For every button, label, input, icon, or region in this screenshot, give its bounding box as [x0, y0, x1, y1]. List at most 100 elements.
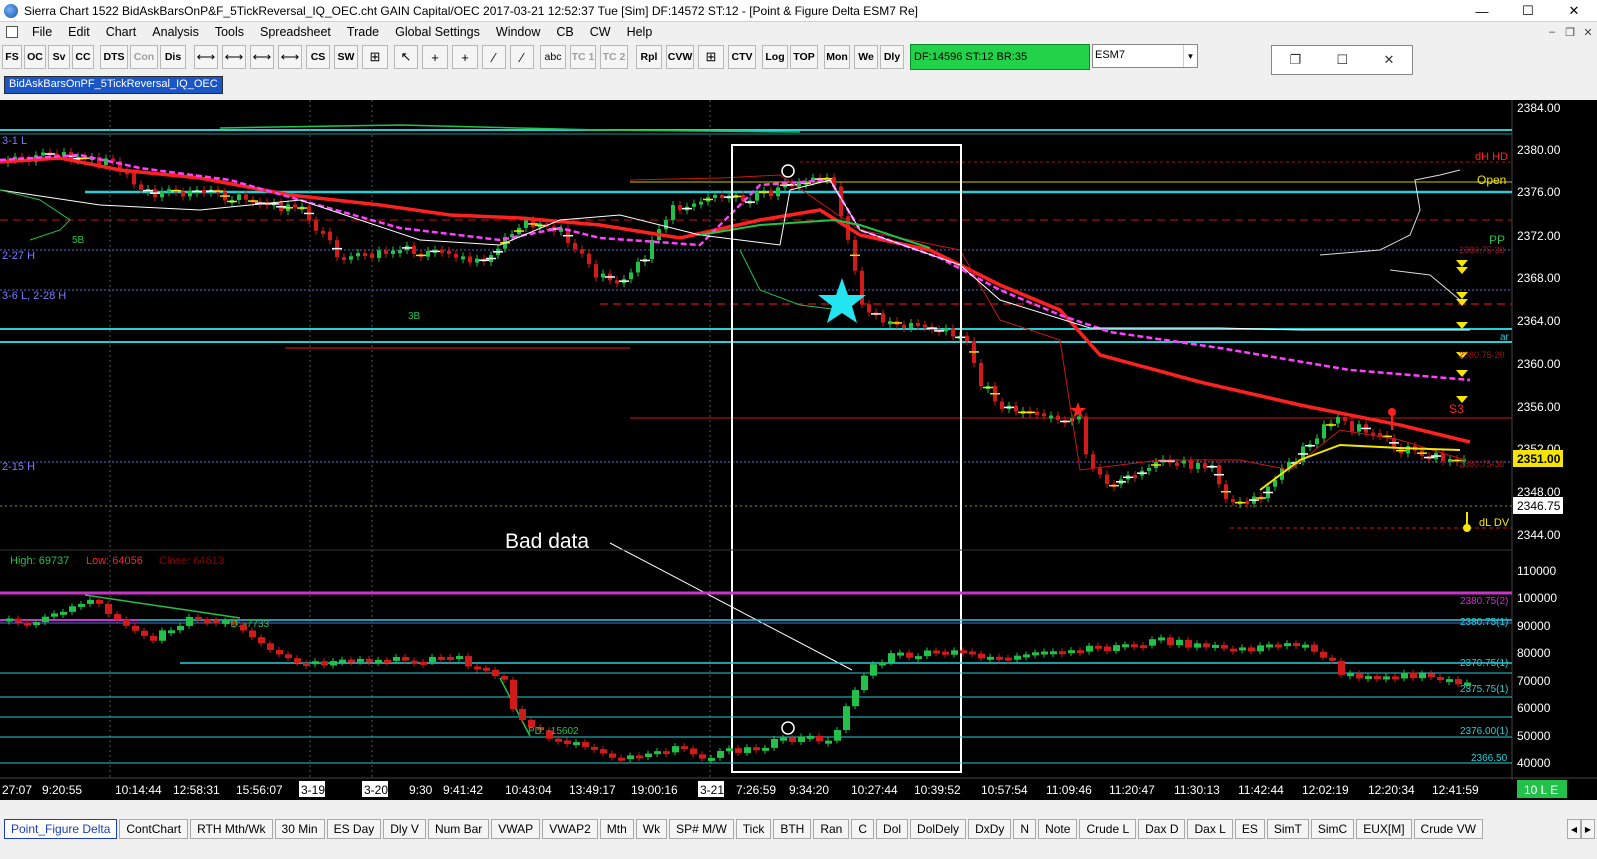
cc-button[interactable]: CC: [72, 45, 94, 69]
tab-doldely[interactable]: DolDely: [910, 819, 967, 839]
tc1-button[interactable]: TC 1: [570, 45, 596, 69]
dly-button[interactable]: Dly: [880, 45, 904, 69]
scroll-left-icon[interactable]: ⟷: [250, 45, 274, 69]
tab-vwap[interactable]: VWAP: [491, 819, 541, 839]
pointer-icon[interactable]: ↖: [394, 45, 418, 69]
tab-mth[interactable]: Mth: [599, 819, 634, 839]
menu-file[interactable]: File: [24, 25, 60, 39]
chart-canvas[interactable]: Bad data 3-1 L 2-27 H 3-6 L, 2-28 H 2-15…: [0, 100, 1597, 800]
tab-crude-vw[interactable]: Crude VW: [1413, 819, 1483, 839]
con-button[interactable]: Con: [130, 45, 158, 69]
mon-button[interactable]: Mon: [824, 45, 850, 69]
cvw-button[interactable]: CVW: [666, 45, 694, 69]
tab-es-day[interactable]: ES Day: [326, 819, 382, 839]
tab-note[interactable]: Note: [1038, 819, 1078, 839]
top-button[interactable]: TOP: [790, 45, 818, 69]
tab-wk[interactable]: Wk: [635, 819, 668, 839]
tab-n[interactable]: N: [1013, 819, 1037, 839]
tab-dxdy[interactable]: DxDy: [968, 819, 1012, 839]
crosshair-icon[interactable]: +: [422, 45, 448, 69]
menu-cb[interactable]: CB: [548, 25, 581, 39]
tab-vwap2[interactable]: VWAP2: [542, 819, 598, 839]
log-button[interactable]: Log: [762, 45, 788, 69]
tab-rth-mth-wk[interactable]: RTH Mth/Wk: [190, 819, 273, 839]
tab-dol[interactable]: Dol: [876, 819, 909, 839]
zoom-out-icon[interactable]: ⟷: [194, 45, 218, 69]
menu-cw[interactable]: CW: [582, 25, 619, 39]
menu-edit[interactable]: Edit: [60, 25, 98, 39]
delta-candle: [1320, 651, 1327, 658]
text-tool-button[interactable]: abc: [540, 45, 566, 69]
mdi-restore-button[interactable]: ❐: [1561, 22, 1579, 42]
delta-candle: [1284, 643, 1291, 647]
mdi-close-button[interactable]: ✕: [1579, 22, 1597, 42]
symbol-select[interactable]: ESM7 ▼: [1092, 44, 1198, 68]
delta-candle: [996, 656, 1003, 660]
menu-trade[interactable]: Trade: [339, 25, 387, 39]
time-tick: 13:49:17: [569, 783, 616, 797]
tab-tick[interactable]: Tick: [735, 819, 772, 839]
tab-contchart[interactable]: ContChart: [119, 819, 189, 839]
close-button[interactable]: ✕: [1551, 0, 1597, 22]
minimize-button[interactable]: —: [1459, 0, 1505, 22]
sv-button[interactable]: Sv: [48, 45, 70, 69]
tab-simt[interactable]: SimT: [1266, 819, 1309, 839]
menu-window[interactable]: Window: [488, 25, 548, 39]
menu-spreadsheet[interactable]: Spreadsheet: [252, 25, 339, 39]
tab-crude-l[interactable]: Crude L: [1079, 819, 1137, 839]
tab-30-min[interactable]: 30 Min: [274, 819, 325, 839]
mdi-minimize-button[interactable]: –: [1543, 22, 1561, 42]
tab-bth[interactable]: BTH: [773, 819, 812, 839]
zoom-in-icon[interactable]: ⟷: [222, 45, 246, 69]
line-tool-icon[interactable]: ⁄: [482, 45, 506, 69]
restore-icon[interactable]: ❐: [1290, 52, 1302, 68]
tab-c[interactable]: C: [851, 819, 875, 839]
chevron-down-icon[interactable]: ▼: [1183, 45, 1197, 67]
chart-tab[interactable]: BidAskBarsOnPF_5TickReversal_IQ_OEC: [4, 76, 223, 94]
fs-button[interactable]: FS: [2, 45, 22, 69]
oc-button[interactable]: OC: [24, 45, 46, 69]
delta-candle: [627, 755, 634, 760]
menu-analysis[interactable]: Analysis: [144, 25, 207, 39]
tab-eux-m[interactable]: EUX[M]: [1356, 819, 1412, 839]
document-icon[interactable]: [6, 26, 18, 38]
menu-help[interactable]: Help: [619, 25, 661, 39]
dis-button[interactable]: Dis: [160, 45, 186, 69]
ray-tool-icon[interactable]: ⁄: [510, 45, 534, 69]
tab-num-bar[interactable]: Num Bar: [427, 819, 490, 839]
menu-tools[interactable]: Tools: [207, 25, 252, 39]
grid-icon[interactable]: ⊞: [362, 45, 388, 69]
delta-candle: [411, 660, 418, 664]
maximize-button[interactable]: ☐: [1505, 0, 1551, 22]
tab-dax-d[interactable]: Dax D: [1138, 819, 1186, 839]
close-icon[interactable]: ✕: [1383, 52, 1394, 68]
maximize-icon[interactable]: ☐: [1337, 52, 1349, 68]
rpl-button[interactable]: Rpl: [636, 45, 662, 69]
tab-scroll-right-icon[interactable]: ▶: [1581, 819, 1595, 839]
dts-button[interactable]: DTS: [100, 45, 128, 69]
tab-ran[interactable]: Ran: [813, 819, 850, 839]
tab-dax-l[interactable]: Dax L: [1187, 819, 1233, 839]
tc2-button[interactable]: TC 2: [600, 45, 628, 69]
cs-button[interactable]: CS: [306, 45, 330, 69]
sw-button[interactable]: SW: [334, 45, 358, 69]
tab-simc[interactable]: SimC: [1310, 819, 1355, 839]
tab-point-figure-delta[interactable]: Point_Figure Delta: [4, 819, 118, 839]
scroll-right-icon[interactable]: ⟷: [278, 45, 302, 69]
we-button[interactable]: We: [854, 45, 878, 69]
price-candle: [139, 184, 143, 190]
tab-dly-v[interactable]: Dly V: [383, 819, 426, 839]
tab-scroll-left-icon[interactable]: ◀: [1567, 819, 1581, 839]
price-candle: [188, 190, 192, 197]
delta-candle: [582, 742, 589, 747]
ctv-button[interactable]: CTV: [728, 45, 756, 69]
delta-candle: [1095, 645, 1102, 649]
chart-area[interactable]: Bad data 3-1 L 2-27 H 3-6 L, 2-28 H 2-15…: [0, 100, 1597, 800]
dom-grid-icon[interactable]: ⊞: [698, 45, 724, 69]
time-tick: 11:20:47: [1109, 783, 1155, 797]
tab-sp-m-w[interactable]: SP# M/W: [669, 819, 734, 839]
crosshair-alt-icon[interactable]: +: [452, 45, 478, 69]
tab-es[interactable]: ES: [1234, 819, 1265, 839]
menu-chart[interactable]: Chart: [98, 25, 145, 39]
menu-global-settings[interactable]: Global Settings: [387, 25, 488, 39]
